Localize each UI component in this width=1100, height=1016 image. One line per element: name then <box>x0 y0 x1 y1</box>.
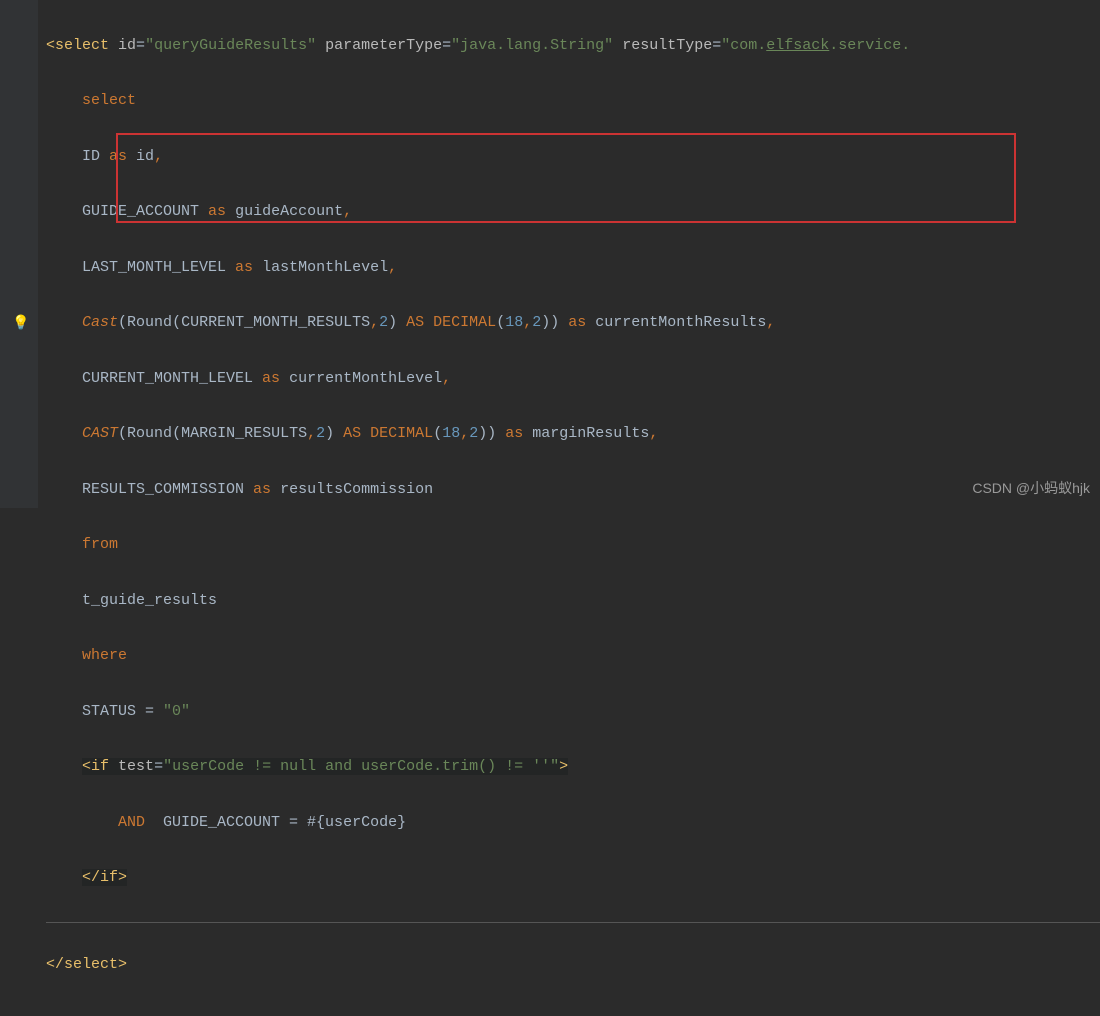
code-line: CURRENT_MONTH_LEVEL as currentMonthLevel… <box>46 365 1100 393</box>
code-line: CAST(Round(MARGIN_RESULTS,2) AS DECIMAL(… <box>46 420 1100 448</box>
code-line: from <box>46 531 1100 559</box>
code-line: t_guide_results <box>46 587 1100 615</box>
code-area[interactable]: <select id="queryGuideResults" parameter… <box>38 0 1100 508</box>
code-line: <select id="queryGuideResults" parameter… <box>46 32 1100 60</box>
watermark-text: CSDN @小蚂蚁hjk <box>972 476 1090 502</box>
code-line: GUIDE_ACCOUNT as guideAccount, <box>46 198 1100 226</box>
code-line: Cast(Round(CURRENT_MONTH_RESULTS,2) AS D… <box>46 309 1100 337</box>
code-line: </select> <box>46 951 1100 979</box>
editor-gutter: 💡 <box>0 0 38 508</box>
lightbulb-icon[interactable]: 💡 <box>12 312 29 338</box>
code-line: <if test="userCode != null and userCode.… <box>46 753 1100 781</box>
separator-line <box>46 922 1100 923</box>
code-line: </if> <box>46 864 1100 892</box>
code-line: RESULTS_COMMISSION as resultsCommission <box>46 476 1100 504</box>
code-line: where <box>46 642 1100 670</box>
code-line: LAST_MONTH_LEVEL as lastMonthLevel, <box>46 254 1100 282</box>
code-line: STATUS = "0" <box>46 698 1100 726</box>
code-editor[interactable]: 💡 <select id="queryGuideResults" paramet… <box>0 0 1100 508</box>
code-line: ID as id, <box>46 143 1100 171</box>
code-line: select <box>46 87 1100 115</box>
code-line: AND GUIDE_ACCOUNT = #{userCode} <box>46 809 1100 837</box>
